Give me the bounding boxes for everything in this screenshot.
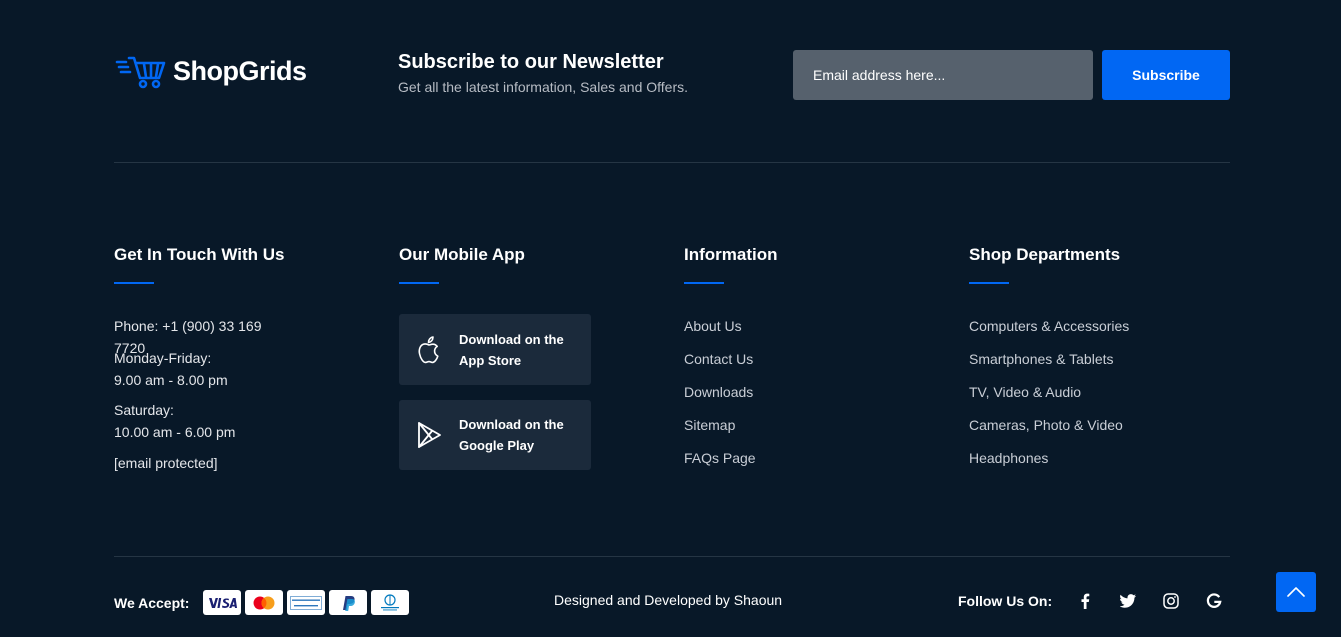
- weekday-label: Monday-Friday:: [114, 350, 212, 366]
- mastercard-icon: [245, 590, 284, 615]
- information-title: Information: [684, 245, 778, 264]
- brand-name: ShopGrids: [173, 55, 307, 86]
- link-contact-us[interactable]: Contact Us: [684, 350, 756, 368]
- mobile-app-title: Our Mobile App: [399, 245, 525, 264]
- facebook-icon[interactable]: [1074, 590, 1096, 612]
- google-play-line2: Google Play: [459, 438, 535, 453]
- app-store-line2: App Store: [459, 352, 522, 368]
- american-express-icon: [287, 590, 326, 615]
- contact-title: Get In Touch With Us: [114, 245, 285, 264]
- link-tv-video-audio[interactable]: TV, Video & Audio: [969, 383, 1129, 401]
- accept-label: We Accept:: [114, 594, 190, 611]
- link-smartphones[interactable]: Smartphones & Tablets: [969, 350, 1129, 368]
- contact-email[interactable]: [email protected]: [114, 452, 218, 474]
- mobile-app-column: Our Mobile App Download on the App Store…: [399, 244, 591, 470]
- information-column: Information About Us Contact Us Download…: [684, 244, 778, 466]
- brand-logo[interactable]: ShopGrids: [115, 52, 307, 90]
- title-underline: [684, 282, 724, 284]
- link-downloads[interactable]: Downloads: [684, 383, 756, 401]
- title-underline: [399, 282, 439, 284]
- newsletter-subtitle: Get all the latest information, Sales an…: [398, 79, 689, 95]
- contact-column: Get In Touch With Us Phone: +1 (900) 33 …: [114, 244, 285, 471]
- google-play-line1: Download on the: [459, 417, 564, 432]
- link-cameras[interactable]: Cameras, Photo & Video: [969, 416, 1129, 434]
- subscribe-button[interactable]: Subscribe: [1102, 50, 1230, 100]
- link-headphones[interactable]: Headphones: [969, 449, 1129, 467]
- paypal-icon: [329, 590, 368, 615]
- weekday-hours: 9.00 am - 8.00 pm: [114, 372, 228, 388]
- information-links: About Us Contact Us Downloads Sitemap FA…: [684, 317, 756, 482]
- credit-text: Designed and Developed by Shaoun: [554, 592, 783, 608]
- link-about-us[interactable]: About Us: [684, 317, 756, 335]
- title-underline: [114, 282, 154, 284]
- google-play-button[interactable]: Download on the Google Play: [399, 400, 591, 470]
- title-underline: [969, 282, 1009, 284]
- link-sitemap[interactable]: Sitemap: [684, 416, 756, 434]
- newsletter-email-input[interactable]: [793, 50, 1093, 100]
- visa-card-icon: [203, 590, 242, 615]
- link-computers[interactable]: Computers & Accessories: [969, 317, 1129, 335]
- app-store-line1: Download on the: [459, 331, 564, 347]
- top-divider: [114, 162, 1230, 163]
- payment-methods: We Accept:: [114, 590, 410, 615]
- play-store-icon: [418, 422, 441, 448]
- shopping-cart-icon: [115, 56, 166, 89]
- scroll-to-top-button[interactable]: [1276, 572, 1316, 612]
- chevron-up-icon: [1287, 587, 1305, 597]
- saturday-label: Saturday:: [114, 402, 174, 418]
- instagram-icon[interactable]: [1160, 590, 1182, 612]
- newsletter-title: Subscribe to our Newsletter: [398, 51, 664, 73]
- departments-column: Shop Departments Computers & Accessories…: [969, 244, 1129, 466]
- google-icon[interactable]: [1203, 590, 1225, 612]
- twitter-icon[interactable]: [1117, 590, 1139, 612]
- follow-label: Follow Us On:: [958, 593, 1053, 609]
- newsletter-heading: Subscribe to our Newsletter Get all the …: [398, 50, 688, 96]
- app-store-button[interactable]: Download on the App Store: [399, 314, 591, 385]
- departments-title: Shop Departments: [969, 245, 1121, 264]
- social-links: Follow Us On:: [958, 590, 1246, 612]
- departments-links: Computers & Accessories Smartphones & Ta…: [969, 317, 1129, 482]
- diners-club-icon: [371, 590, 410, 615]
- bottom-divider: [114, 556, 1230, 557]
- saturday-hours: 10.00 am - 6.00 pm: [114, 424, 236, 440]
- link-faqs[interactable]: FAQs Page: [684, 449, 756, 467]
- apple-icon: [418, 335, 439, 363]
